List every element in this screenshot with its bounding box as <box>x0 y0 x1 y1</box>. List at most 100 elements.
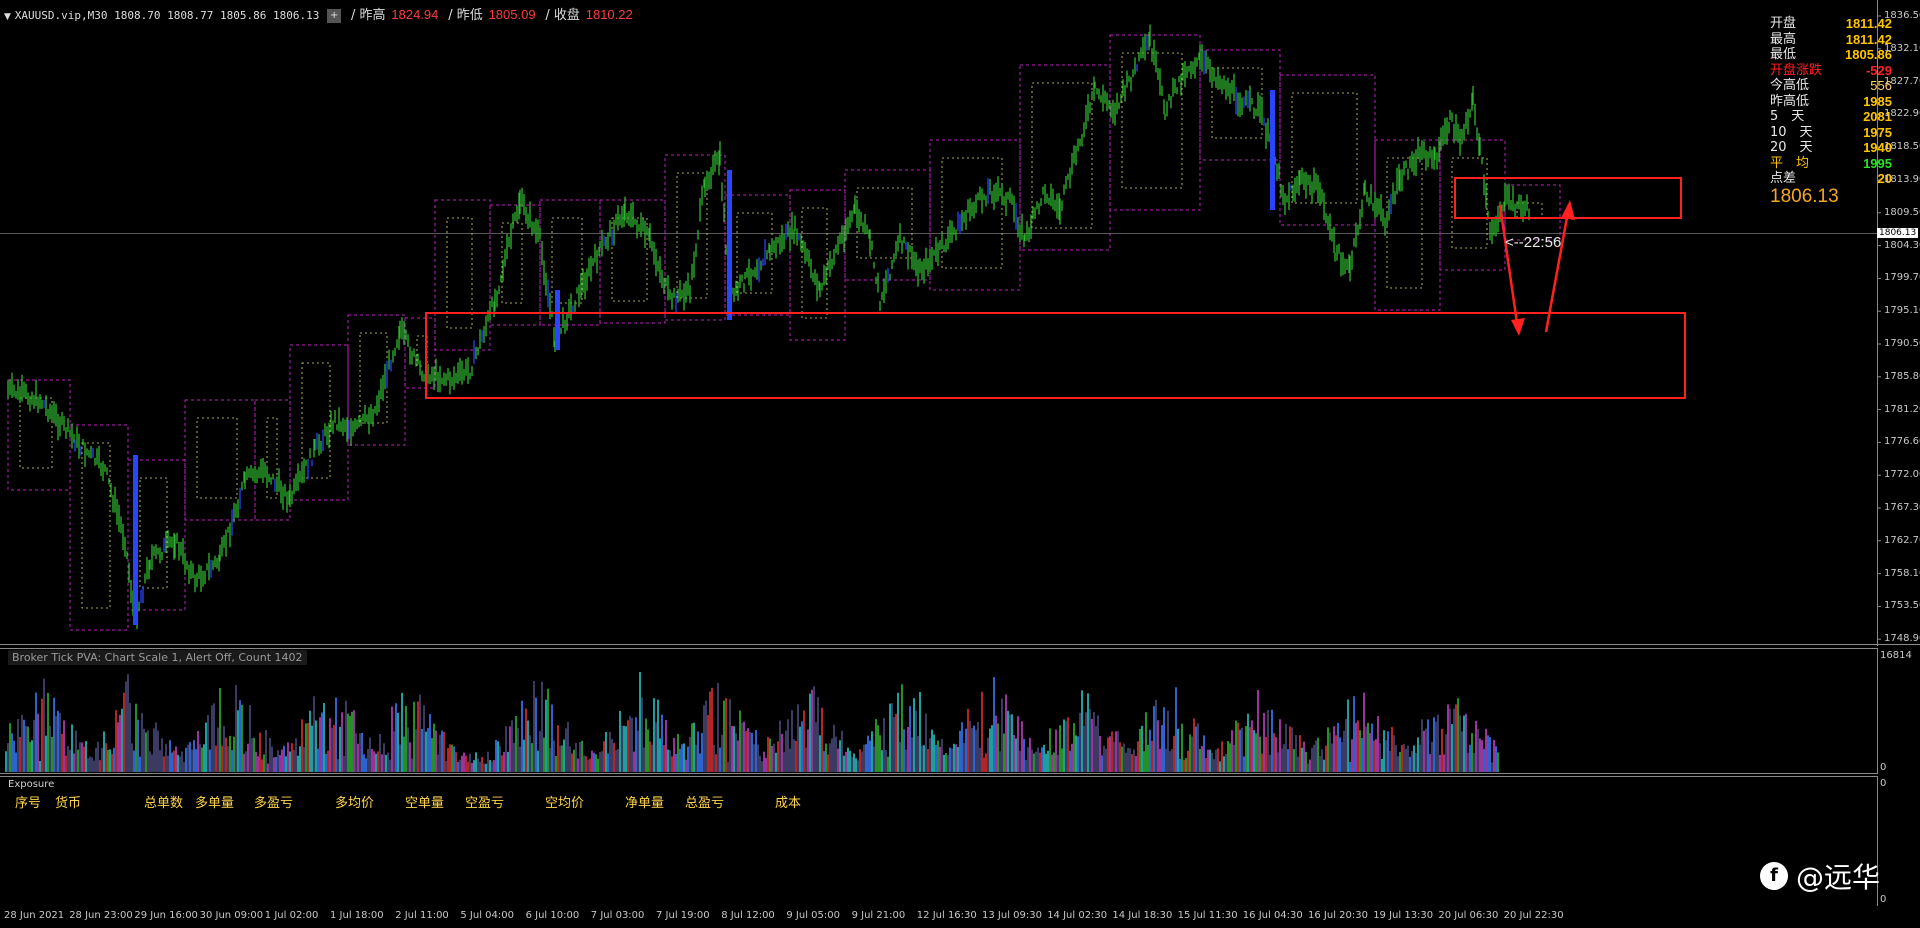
exposure-panel[interactable]: Exposure 序号 货币 总单数 多单量 多盈亏 多均价 空单量 空盈亏 空… <box>0 776 1920 906</box>
price-axis-label: 1781.20 <box>1884 403 1920 415</box>
session-range-box <box>446 217 473 329</box>
time-axis-label: 9 Jul 05:00 <box>786 910 840 921</box>
current-price-tag: 1806.13 <box>1877 228 1919 238</box>
time-axis[interactable]: 28 Jun 2021 28 Jun 23:00 29 Jun 16:00 30 Ju… <box>0 906 1920 928</box>
prev-close-value: 1810.22 <box>585 7 633 22</box>
stats-panel: 开盘 1811.42 最高 1811.42 最低 1805.86 开盘涨跌 -529 今… <box>1770 16 1892 207</box>
stat-10day: 10 天 1975 <box>1770 124 1892 140</box>
session-range-box <box>1386 157 1423 289</box>
time-axis-label: 20 Jul 06:30 <box>1438 910 1499 921</box>
col-cost: 成本 <box>775 796 802 811</box>
volume-indicator-title: Broker Tick PVA: Chart Scale 1, Alert Of… <box>8 650 307 665</box>
chart-menu-icon[interactable]: ▼ <box>4 12 11 22</box>
price-axis-label: 1795.10 <box>1884 305 1920 317</box>
time-axis-label: 1 Jul 18:00 <box>330 910 384 921</box>
main-chart-panel[interactable]: ▼ XAUUSD.vip,M30 1808.70 1808.77 1805.86… <box>0 0 1920 646</box>
col-long-pnl: 多盈亏 <box>254 796 294 811</box>
down-arrow-head <box>1511 318 1525 336</box>
watermark-text: @远华 <box>1796 861 1881 894</box>
watermark-logo-icon: f <box>1760 862 1788 890</box>
stat-average: 平 均 1995 <box>1770 155 1892 171</box>
time-axis-label: 30 Jun 09:00 <box>199 910 264 921</box>
session-range-box <box>1121 52 1183 189</box>
price-chart[interactable] <box>0 0 1920 646</box>
price-axis-label: 1758.10 <box>1884 567 1920 579</box>
col-total-pnl: 总盈亏 <box>685 796 725 811</box>
stat-20day: 20 天 1940 <box>1770 140 1892 155</box>
session-range-box <box>19 397 53 469</box>
col-short-volume: 空单量 <box>405 796 445 811</box>
price-axis-label: 1767.30 <box>1884 502 1920 513</box>
stat-yest-range: 昨高低 1985 <box>1770 93 1892 109</box>
time-axis-label: 15 Jul 11:30 <box>1177 910 1238 921</box>
volume-min-label: 0 <box>1880 762 1887 773</box>
volume-panel[interactable]: Broker Tick PVA: Chart Scale 1, Alert Of… <box>0 648 1920 774</box>
session-range-box <box>611 217 648 302</box>
session-range-box <box>196 417 238 499</box>
time-axis-label: 14 Jul 02:30 <box>1047 910 1108 921</box>
price-axis-label: 1748.90 <box>1884 633 1920 645</box>
session-range-box <box>801 207 828 319</box>
price-axis-label: 1799.70 <box>1884 272 1920 284</box>
price-axis-label: 1772.00 <box>1884 469 1920 481</box>
time-axis-label: 5 Jul 04:00 <box>460 910 514 921</box>
time-axis-label: 16 Jul 04:30 <box>1242 910 1303 921</box>
day-range-box <box>7 379 71 491</box>
exposure-title: Exposure <box>8 779 55 790</box>
day-range-box <box>1439 139 1506 271</box>
volume-max-label: 16814 <box>1880 650 1912 661</box>
time-axis-label: 1 Jul 02:00 <box>264 910 319 921</box>
day-range-box <box>844 169 931 281</box>
time-axis-label: 9 Jul 21:00 <box>851 910 906 921</box>
time-axis-label: 7 Jul 19:00 <box>656 910 710 921</box>
price-axis-label: 1804.30 <box>1884 239 1920 251</box>
stat-change: 开盘涨跌 -529 <box>1770 62 1892 78</box>
col-total-orders: 总单数 <box>144 796 184 811</box>
volume-histogram <box>0 648 1878 774</box>
current-price-display: 1806.13 <box>1770 185 1839 207</box>
price-axis-label: 1790.50 <box>1884 338 1920 349</box>
col-index: 序号 <box>15 796 42 811</box>
price-axis-label: 1827.70 <box>1884 75 1920 87</box>
col-currency: 货币 <box>55 796 82 811</box>
stat-5day: 5 天 2081 <box>1770 109 1892 124</box>
watermark: f @远华 <box>1760 856 1880 896</box>
prev-high-label: / 昨高 <box>351 8 386 23</box>
time-axis-label: 20 Jul 22:30 <box>1503 910 1564 921</box>
price-axis-label: 1785.80 <box>1884 370 1920 382</box>
price-axis-label: 1753.50 <box>1884 600 1920 612</box>
time-axis-label: 8 Jul 12:00 <box>721 910 775 921</box>
stat-high: 最高 1811.42 <box>1770 31 1892 47</box>
day-range-box <box>1279 74 1376 226</box>
exposure-axis-bottom: 0 <box>1880 894 1887 905</box>
prev-close-label: / 收盘 <box>545 8 580 23</box>
col-net-volume: 净单量 <box>625 796 665 811</box>
header-button[interactable]: + <box>327 8 342 23</box>
session-range-box <box>1291 92 1358 204</box>
col-short-avg: 空均价 <box>545 796 585 811</box>
price-axis-label: 1776.60 <box>1884 436 1920 448</box>
time-axis-label: 28 Jun 2021 <box>4 910 65 921</box>
session-range-box <box>1451 157 1488 249</box>
support-zone-box <box>425 312 1686 399</box>
day-range-box <box>1109 34 1201 211</box>
bar-timer: <--22:56 <box>1505 234 1562 251</box>
day-range-box <box>434 199 491 351</box>
time-axis-label: 19 Jul 13:30 <box>1373 910 1434 921</box>
price-axis-label: 1809.50 <box>1884 206 1920 218</box>
price-axis-label: 1762.70 <box>1884 534 1920 546</box>
time-axis-label: 14 Jul 18:30 <box>1112 910 1173 921</box>
price-axis-label: 1818.50 <box>1884 141 1920 153</box>
price-axis-label: 1813.90 <box>1884 174 1920 185</box>
stat-open: 开盘 1811.42 <box>1770 16 1892 31</box>
stat-today-range: 今高低 556 <box>1770 78 1892 93</box>
price-axis-label: 1822.90 <box>1884 108 1920 120</box>
down-arrow-line <box>1498 204 1520 331</box>
prev-low-value: 1805.09 <box>488 7 536 22</box>
stat-spread: 点差 20 <box>1770 171 1892 186</box>
stat-low: 最低 1805.86 <box>1770 47 1892 62</box>
day-range-box <box>184 399 256 521</box>
prev-high-value: 1824.94 <box>391 7 439 22</box>
up-arrow-head <box>1561 200 1575 220</box>
time-axis-label: 7 Jul 03:00 <box>590 910 645 921</box>
